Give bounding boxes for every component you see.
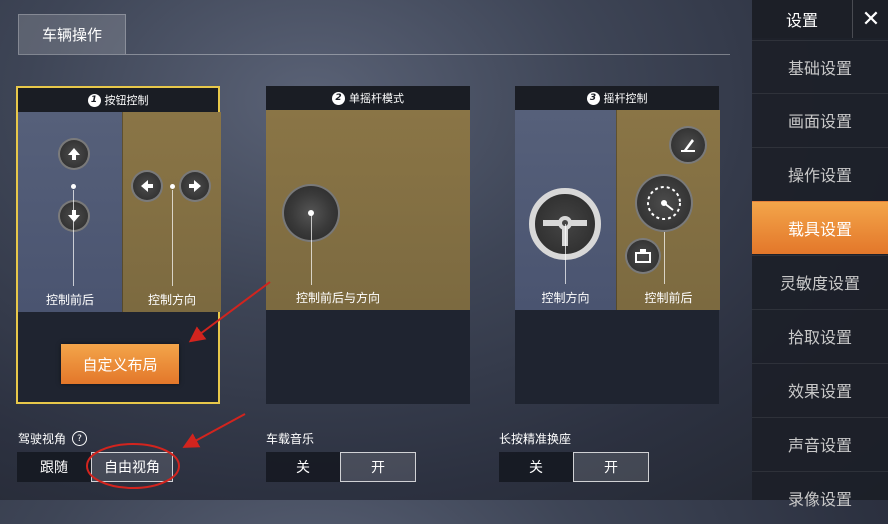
arrow-left-icon: [131, 170, 163, 202]
throttle-panel: 控制前后: [616, 110, 720, 310]
seat-off-option[interactable]: 关: [499, 452, 573, 482]
brake-pedal-icon: [625, 238, 661, 274]
follow-view-option[interactable]: 跟随: [17, 452, 91, 482]
guide-line: [565, 224, 566, 284]
arrow-right-icon: [179, 170, 211, 202]
sidebar-item-pickup[interactable]: 拾取设置: [752, 309, 888, 362]
sidebar-item-sensitivity[interactable]: 灵敏度设置: [752, 255, 888, 308]
seat-on-option[interactable]: 开: [573, 452, 649, 482]
car-music-toggle: 关 开: [266, 452, 416, 482]
help-icon[interactable]: ?: [72, 431, 88, 446]
guide-line: [664, 232, 665, 284]
card-number-badge: 2: [332, 91, 345, 105]
driving-view-label: 驾驶视角 ?: [18, 430, 88, 447]
tab-vehicle-controls[interactable]: 车辆操作: [18, 14, 126, 54]
direction-panel: 控制方向: [122, 112, 221, 312]
precise-seat-switch-toggle: 关 开: [499, 452, 649, 482]
music-off-option[interactable]: 关: [266, 452, 340, 482]
center-dot: [71, 184, 76, 189]
center-dot: [170, 184, 175, 189]
throttle-label: 控制前后: [644, 291, 693, 305]
card-header: 2 单摇杆模式: [266, 86, 470, 110]
control-mode-card-single-joystick[interactable]: 2 单摇杆模式 控制前后与方向: [266, 86, 470, 404]
guide-line: [311, 213, 312, 285]
free-view-option[interactable]: 自由视角: [91, 452, 173, 482]
card-title: 摇杆控制: [603, 92, 648, 105]
card-header: 1 按钮控制: [18, 88, 218, 112]
sidebar-header: 设置 ✕: [752, 0, 888, 38]
control-mode-card-buttons[interactable]: 1 按钮控制 控制前后 控制方向 自定义布局: [16, 86, 221, 404]
sidebar-item-vehicle[interactable]: 载具设置: [752, 201, 888, 254]
card-title: 单摇杆模式: [349, 92, 404, 105]
steering-panel: 控制方向: [515, 110, 616, 310]
speedometer-icon: [635, 174, 693, 232]
sidebar-item-effects[interactable]: 效果设置: [752, 363, 888, 416]
sidebar-title: 设置: [785, 11, 818, 30]
sidebar-item-controls[interactable]: 操作设置: [752, 147, 888, 200]
forward-back-label: 控制前后: [45, 293, 94, 307]
card-number-badge: 3: [586, 91, 600, 105]
sidebar-item-basic[interactable]: 基础设置: [752, 40, 888, 93]
settings-sidebar: 设置 ✕ 基础设置 画面设置 操作设置 载具设置 灵敏度设置 拾取设置 效果设置…: [752, 0, 888, 509]
sidebar-item-sound[interactable]: 声音设置: [752, 417, 888, 470]
handbrake-icon: [669, 126, 707, 164]
arrow-down-icon: [58, 200, 90, 232]
precise-seat-switch-label: 长按精准换座: [499, 432, 572, 446]
music-on-option[interactable]: 开: [340, 452, 416, 482]
card-number-badge: 1: [87, 93, 101, 107]
close-icon[interactable]: ✕: [852, 0, 888, 38]
car-music-label: 车载音乐: [266, 432, 315, 446]
tab-divider: [18, 54, 730, 55]
sidebar-item-graphics[interactable]: 画面设置: [752, 93, 888, 146]
guide-line: [73, 190, 74, 286]
annotation-arrow: [182, 413, 246, 448]
custom-layout-button[interactable]: 自定义布局: [61, 344, 179, 384]
joystick-panel: 控制前后与方向: [266, 110, 470, 310]
control-mode-card-joystick[interactable]: 3 摇杆控制 控制方向 控制前后: [515, 86, 720, 404]
guide-line: [172, 190, 173, 286]
card-title: 按钮控制: [104, 94, 149, 107]
forward-back-direction-label: 控制前后与方向: [295, 291, 380, 305]
steering-label: 控制方向: [541, 291, 590, 305]
card-header: 3 摇杆控制: [515, 86, 719, 110]
driving-view-toggle: 跟随 自由视角: [17, 452, 173, 482]
arrow-up-icon: [58, 138, 90, 170]
sidebar-item-replay[interactable]: 录像设置: [752, 471, 888, 524]
forward-back-panel: 控制前后: [18, 112, 122, 312]
